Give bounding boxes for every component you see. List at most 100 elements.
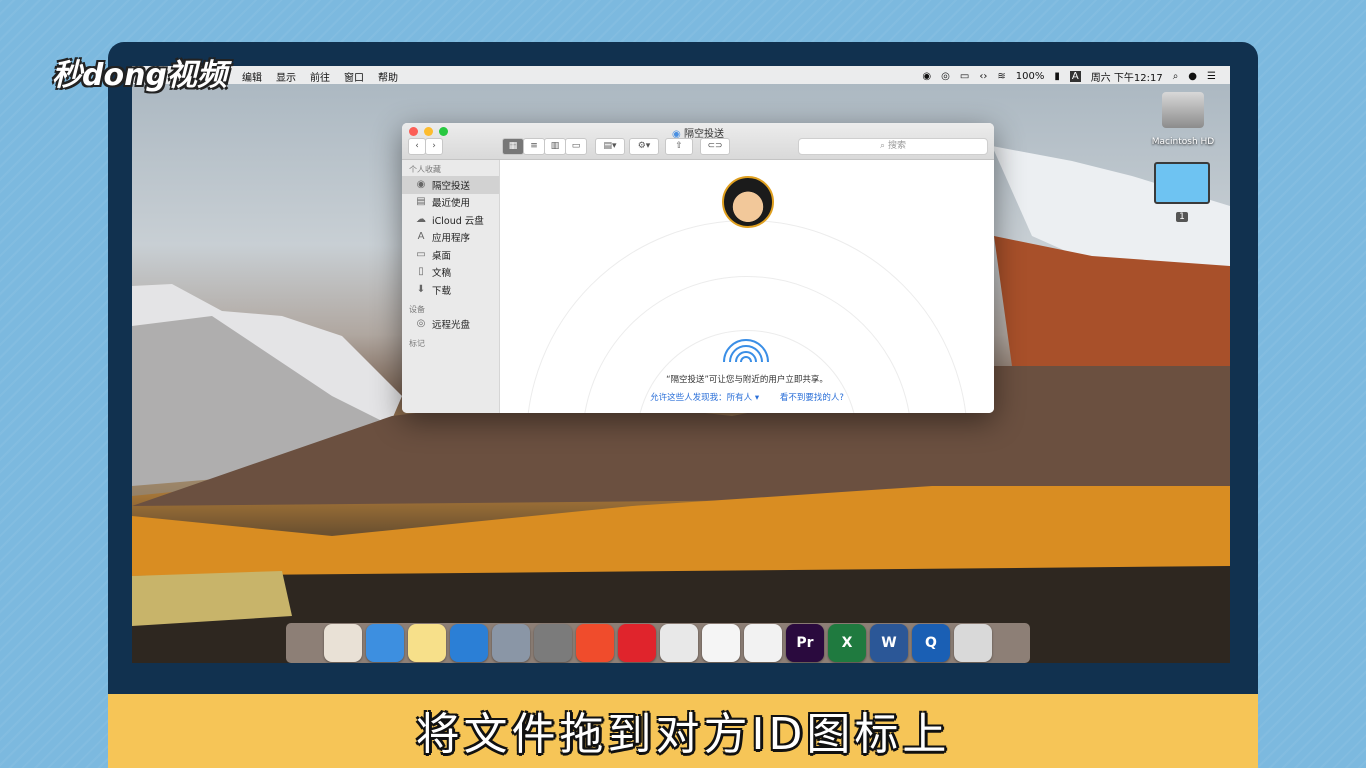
menu-window[interactable]: 窗口 (344, 69, 364, 84)
desktop-folder[interactable]: 1 (1152, 162, 1212, 222)
tags-heading: 标记 (409, 339, 425, 348)
disc-icon: ◎ (416, 318, 426, 330)
back-button[interactable]: ‹ (408, 138, 426, 155)
sidebar-item-label: 桌面 (432, 250, 452, 262)
recipient-avatar[interactable] (722, 176, 774, 228)
help-link[interactable]: 看不到要找的人? (780, 393, 844, 403)
search-field[interactable]: ⌕ 搜索 (798, 138, 988, 155)
player-icon[interactable] (576, 624, 614, 662)
group-button[interactable]: ▤▾ (595, 138, 625, 155)
downloads-icon: ⬇ (416, 283, 426, 295)
applications-icon: A (417, 231, 425, 243)
preview-icon[interactable] (324, 624, 362, 662)
gear-icon[interactable] (534, 624, 572, 662)
premiere-icon[interactable]: Pr (786, 624, 824, 662)
devices-heading: 设备 (409, 304, 425, 314)
menu-edit[interactable]: 编辑 (242, 69, 262, 84)
folder-icon (1154, 162, 1210, 204)
sidebar-item-label: 隔空投送 (432, 180, 471, 192)
dock-app-label: Pr (796, 635, 814, 651)
input-method[interactable]: A (1069, 71, 1081, 82)
airdrop-links: 允许这些人发现我：所有人 ▾ 看不到要找的人? (500, 391, 994, 403)
search-icon: ⌕ (880, 141, 886, 151)
airdrop-icon: ◉ (416, 178, 426, 190)
music-icon[interactable] (618, 624, 656, 662)
excel-icon[interactable]: X (828, 624, 866, 662)
safari-icon[interactable] (450, 624, 488, 662)
menu-items: 编辑 显示 前往 窗口 帮助 (242, 69, 398, 84)
list-view-button[interactable]: ≡ (523, 138, 545, 155)
airdrop-content: “隔空投送”可让您与附近的用户立即共享。 允许这些人发现我：所有人 ▾ 看不到要… (500, 160, 994, 413)
desktop-screen: 编辑 显示 前往 窗口 帮助 ◉ ◎ ▭ ‹› ≋ 100% ▮ A 周六 下午… (132, 66, 1230, 663)
hard-drive-icon (1162, 92, 1204, 128)
discoverability-link[interactable]: 允许这些人发现我：所有人 ▾ (650, 393, 759, 403)
battery-icon[interactable]: ▮ (1054, 71, 1060, 82)
code-icon[interactable]: ‹› (979, 71, 987, 82)
menu-bar: 编辑 显示 前往 窗口 帮助 ◉ ◎ ▭ ‹› ≋ 100% ▮ A 周六 下午… (132, 66, 1230, 84)
cloud-icon: ☁ (416, 213, 426, 225)
airdrop-message: “隔空投送”可让您与附近的用户立即共享。 (666, 375, 828, 385)
sidebar-item-remote-disc[interactable]: ◎ 远程光盘 (402, 316, 499, 334)
word-icon[interactable]: W (870, 624, 908, 662)
finder-window: ◉ 隔空投送 ‹ › ▦ ≡ ▥ ▭ ▤▾ ⚙▾ ⇧ ⊂⊃ ⌕ 搜索 个人收藏 … (402, 123, 994, 413)
macintosh-hd[interactable]: Macintosh HD (1144, 92, 1222, 147)
menu-view[interactable]: 显示 (276, 69, 296, 84)
sidebar-item-icloud[interactable]: ☁ iCloud 云盘 (402, 211, 499, 229)
sidebar-item-airdrop[interactable]: ◉ 隔空投送 (402, 176, 499, 194)
sidebar-item-recents[interactable]: ▤ 最近使用 (402, 194, 499, 212)
action-gear-button[interactable]: ⚙▾ (629, 138, 659, 155)
recents-icon: ▤ (416, 196, 426, 208)
menu-help[interactable]: 帮助 (378, 69, 398, 84)
sidebar-item-documents[interactable]: ▯ 文稿 (402, 264, 499, 282)
chrome-icon[interactable] (660, 624, 698, 662)
column-view-button[interactable]: ▥ (544, 138, 566, 155)
favorites-heading: 个人收藏 (409, 165, 441, 174)
icon-view-button[interactable]: ▦ (502, 138, 524, 155)
documents-icon: ▯ (418, 266, 424, 278)
dock-app-label: W (881, 635, 897, 651)
drive-label: Macintosh HD (1151, 137, 1215, 147)
finder-sidebar: 个人收藏 ◉ 隔空投送 ▤ 最近使用 ☁ iCloud 云盘 A 应用程序 ▭ … (402, 160, 500, 413)
wechat-icon[interactable] (744, 624, 782, 662)
launchpad-icon[interactable] (492, 624, 530, 662)
video-logo: 秒dong视频 (52, 58, 227, 93)
tag-button[interactable]: ⊂⊃ (700, 138, 730, 155)
gallery-view-button[interactable]: ▭ (565, 138, 587, 155)
dock-app-label: Q (925, 635, 937, 651)
caption-text: 将文件拖到对方ID图标上 (415, 709, 951, 760)
battery-percent[interactable]: 100% (1016, 71, 1045, 82)
status-area: ◉ ◎ ▭ ‹› ≋ 100% ▮ A 周六 下午12:17 ⌕ ● ☰ (922, 69, 1216, 84)
sidebar-item-label: 下载 (432, 285, 452, 297)
qq-icon[interactable] (702, 624, 740, 662)
sidebar-item-label: iCloud 云盘 (432, 215, 484, 227)
quicktime-icon[interactable]: Q (912, 624, 950, 662)
wifi-icon[interactable]: ≋ (997, 71, 1005, 82)
sidebar-item-desktop[interactable]: ▭ 桌面 (402, 246, 499, 264)
notes-icon[interactable] (408, 624, 446, 662)
clock[interactable]: 周六 下午12:17 (1091, 69, 1163, 84)
search-placeholder: 搜索 (887, 141, 906, 151)
finder-titlebar: ◉ 隔空投送 ‹ › ▦ ≡ ▥ ▭ ▤▾ ⚙▾ ⇧ ⊂⊃ ⌕ 搜索 (402, 123, 994, 160)
sidebar-item-downloads[interactable]: ⬇ 下载 (402, 281, 499, 299)
sidebar-item-label: 文稿 (432, 268, 452, 280)
finder-icon[interactable] (366, 624, 404, 662)
share-button[interactable]: ⇧ (665, 138, 693, 155)
trash-icon[interactable] (954, 624, 992, 662)
spotlight-icon[interactable]: ⌕ (1173, 71, 1179, 82)
record-icon[interactable]: ◉ (922, 71, 931, 82)
forward-button[interactable]: › (425, 138, 443, 155)
sidebar-item-label: 应用程序 (432, 233, 471, 245)
dock-app-label: X (841, 635, 853, 651)
sidebar-item-label: 最近使用 (432, 198, 471, 210)
airdrop-icon (723, 339, 769, 363)
siri-icon[interactable]: ◎ (941, 71, 950, 82)
sidebar-item-label: 远程光盘 (432, 320, 471, 332)
folder-badge: 1 (1176, 212, 1188, 222)
desktop-icon: ▭ (416, 248, 426, 260)
sidebar-item-applications[interactable]: A 应用程序 (402, 229, 499, 247)
airplay-icon[interactable]: ▭ (960, 71, 969, 82)
dock: Pr X W Q (286, 623, 1030, 663)
user-icon[interactable]: ● (1188, 71, 1197, 82)
notification-center-icon[interactable]: ☰ (1207, 71, 1216, 82)
menu-go[interactable]: 前往 (310, 69, 330, 84)
